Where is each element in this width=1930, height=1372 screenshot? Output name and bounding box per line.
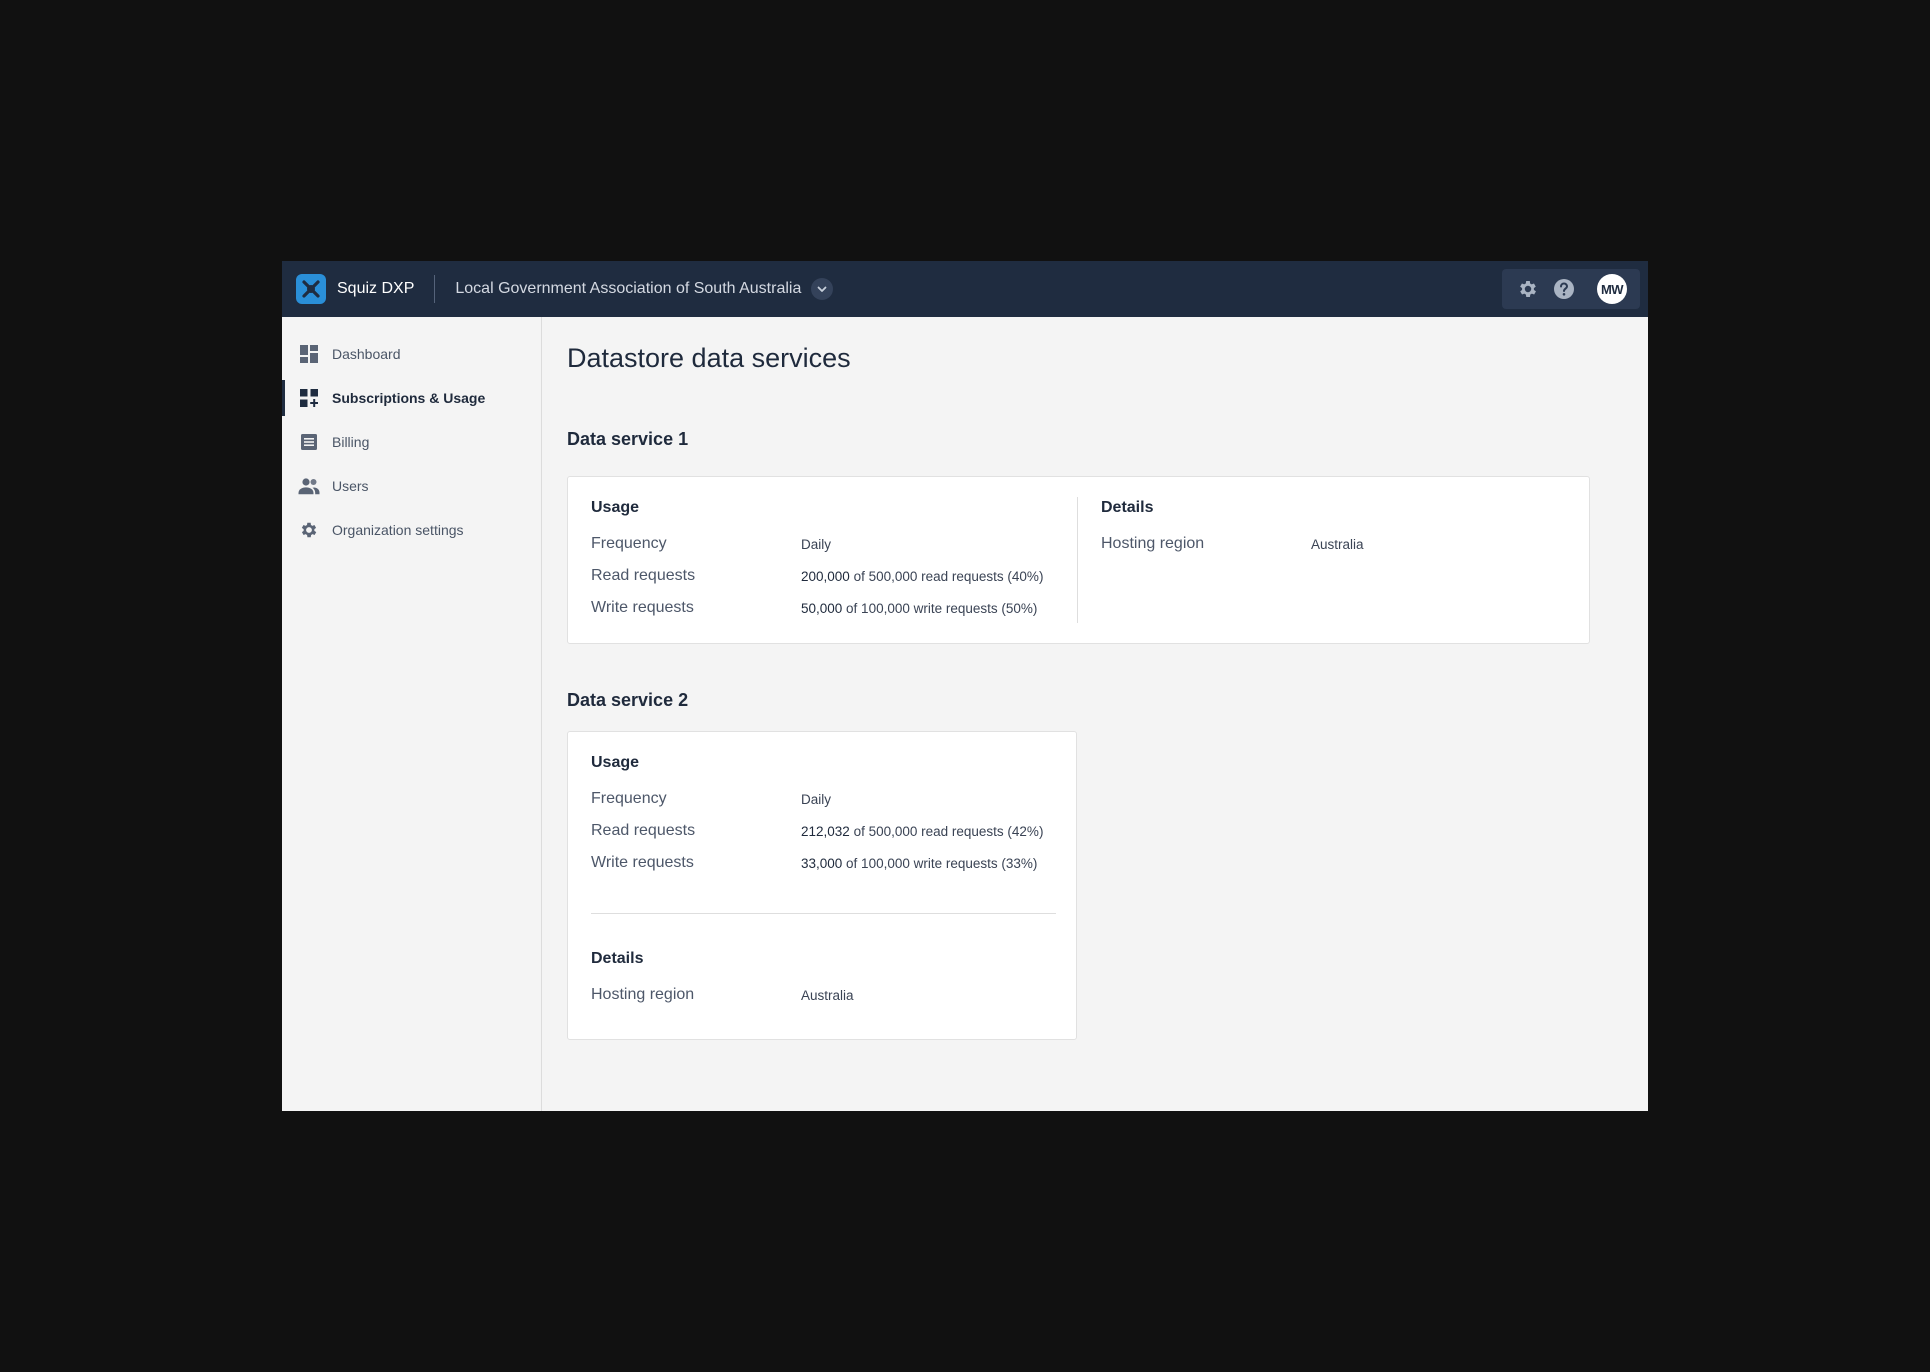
sidebar-item-label: Dashboard	[332, 346, 401, 362]
details-block: Details Hosting region Australia	[1101, 499, 1561, 560]
help-icon[interactable]	[1552, 277, 1576, 301]
sidebar-item-dashboard[interactable]: Dashboard	[282, 332, 541, 376]
write-requests-total: of 100,000 write requests (50%)	[842, 600, 1038, 616]
frequency-value: Daily	[801, 791, 832, 807]
read-requests-used: 212,032	[801, 823, 850, 839]
top-bar: Squiz DXP Local Government Association o…	[282, 261, 1648, 317]
user-avatar[interactable]: MW	[1597, 274, 1627, 304]
read-requests-value: 200,000 of 500,000 read requests (40%)	[801, 569, 1043, 584]
header-actions: MW	[1502, 269, 1640, 309]
details-block: Details Hosting region Australia	[591, 950, 1056, 1011]
usage-heading: Usage	[591, 499, 640, 516]
read-requests-label: Read requests	[591, 822, 696, 839]
frequency-row: Frequency Daily	[591, 528, 1071, 560]
sidebar-item-label: Users	[332, 478, 369, 494]
read-requests-value: 212,032 of 500,000 read requests (42%)	[801, 824, 1043, 839]
details-heading: Details	[1101, 499, 1154, 516]
data-service-1-card: Usage Frequency Daily Read requests 200,…	[567, 476, 1590, 644]
sidebar-item-label: Subscriptions & Usage	[332, 390, 486, 406]
hosting-region-row: Hosting region Australia	[591, 979, 1056, 1011]
brand-name[interactable]: Squiz DXP	[337, 280, 414, 298]
write-requests-label: Write requests	[591, 599, 694, 616]
billing-icon	[298, 431, 320, 453]
frequency-value: Daily	[801, 536, 832, 552]
write-requests-value: 50,000 of 100,000 write requests (50%)	[801, 601, 1037, 616]
usage-block: Usage Frequency Daily Read requests 212,…	[591, 754, 1056, 1011]
data-service-2-card: Usage Frequency Daily Read requests 212,…	[567, 731, 1077, 1040]
organization-name[interactable]: Local Government Association of South Au…	[455, 280, 801, 298]
settings-gear-icon[interactable]	[1516, 277, 1540, 301]
sidebar-item-users[interactable]: Users	[282, 464, 541, 508]
app-window: Squiz DXP Local Government Association o…	[282, 261, 1648, 1111]
read-requests-total: of 500,000 read requests (42%)	[849, 823, 1044, 839]
write-requests-value: 33,000 of 100,000 write requests (33%)	[801, 856, 1037, 871]
read-requests-used: 200,000	[801, 568, 850, 584]
users-icon	[298, 475, 320, 497]
write-requests-used: 50,000	[801, 600, 843, 616]
org-switcher-chevron-down-icon[interactable]	[811, 278, 834, 300]
data-service-1-title: Data service 1	[567, 429, 689, 449]
usage-block: Usage Frequency Daily Read requests 200,…	[591, 499, 1071, 624]
read-requests-total: of 500,000 read requests (40%)	[849, 568, 1044, 584]
write-requests-total: of 100,000 write requests (33%)	[842, 855, 1038, 871]
frequency-label: Frequency	[591, 790, 667, 807]
frequency-row: Frequency Daily	[591, 783, 1056, 815]
hosting-region-label: Hosting region	[1101, 535, 1205, 552]
subscriptions-icon	[298, 387, 320, 409]
write-requests-label: Write requests	[591, 854, 694, 871]
sidebar-nav: Dashboard Subscriptions & Usage Billing …	[282, 317, 541, 552]
sidebar: Dashboard Subscriptions & Usage Billing …	[282, 317, 542, 1111]
dashboard-icon	[298, 343, 320, 365]
write-requests-row: Write requests 50,000 of 100,000 write r…	[591, 592, 1071, 624]
hosting-region-value: Australia	[1311, 536, 1364, 552]
sidebar-item-label: Billing	[332, 434, 370, 450]
write-requests-row: Write requests 33,000 of 100,000 write r…	[591, 847, 1056, 879]
write-requests-used: 33,000	[801, 855, 843, 871]
squiz-logo-icon[interactable]	[296, 274, 326, 304]
hosting-region-label: Hosting region	[591, 986, 695, 1003]
card-divider	[591, 913, 1056, 914]
gear-icon	[298, 519, 320, 541]
data-service-2-title: Data service 2	[567, 690, 689, 710]
hosting-region-row: Hosting region Australia	[1101, 528, 1561, 560]
page-title: Datastore data services	[567, 343, 851, 373]
read-requests-row: Read requests 200,000 of 500,000 read re…	[591, 560, 1071, 592]
hosting-region-value: Australia	[801, 987, 854, 1003]
usage-heading: Usage	[591, 754, 640, 771]
read-requests-label: Read requests	[591, 567, 696, 584]
read-requests-row: Read requests 212,032 of 500,000 read re…	[591, 815, 1056, 847]
frequency-label: Frequency	[591, 535, 667, 552]
card-divider	[1077, 497, 1078, 623]
sidebar-item-subscriptions[interactable]: Subscriptions & Usage	[282, 376, 541, 420]
details-heading: Details	[591, 950, 644, 967]
sidebar-item-organization-settings[interactable]: Organization settings	[282, 508, 541, 552]
sidebar-item-label: Organization settings	[332, 522, 464, 538]
sidebar-item-billing[interactable]: Billing	[282, 420, 541, 464]
header-divider	[434, 275, 436, 303]
